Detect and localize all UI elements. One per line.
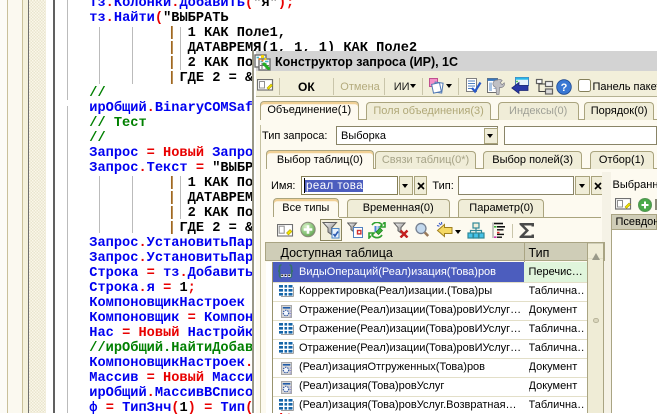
svg-text:?: ? [560, 82, 567, 94]
